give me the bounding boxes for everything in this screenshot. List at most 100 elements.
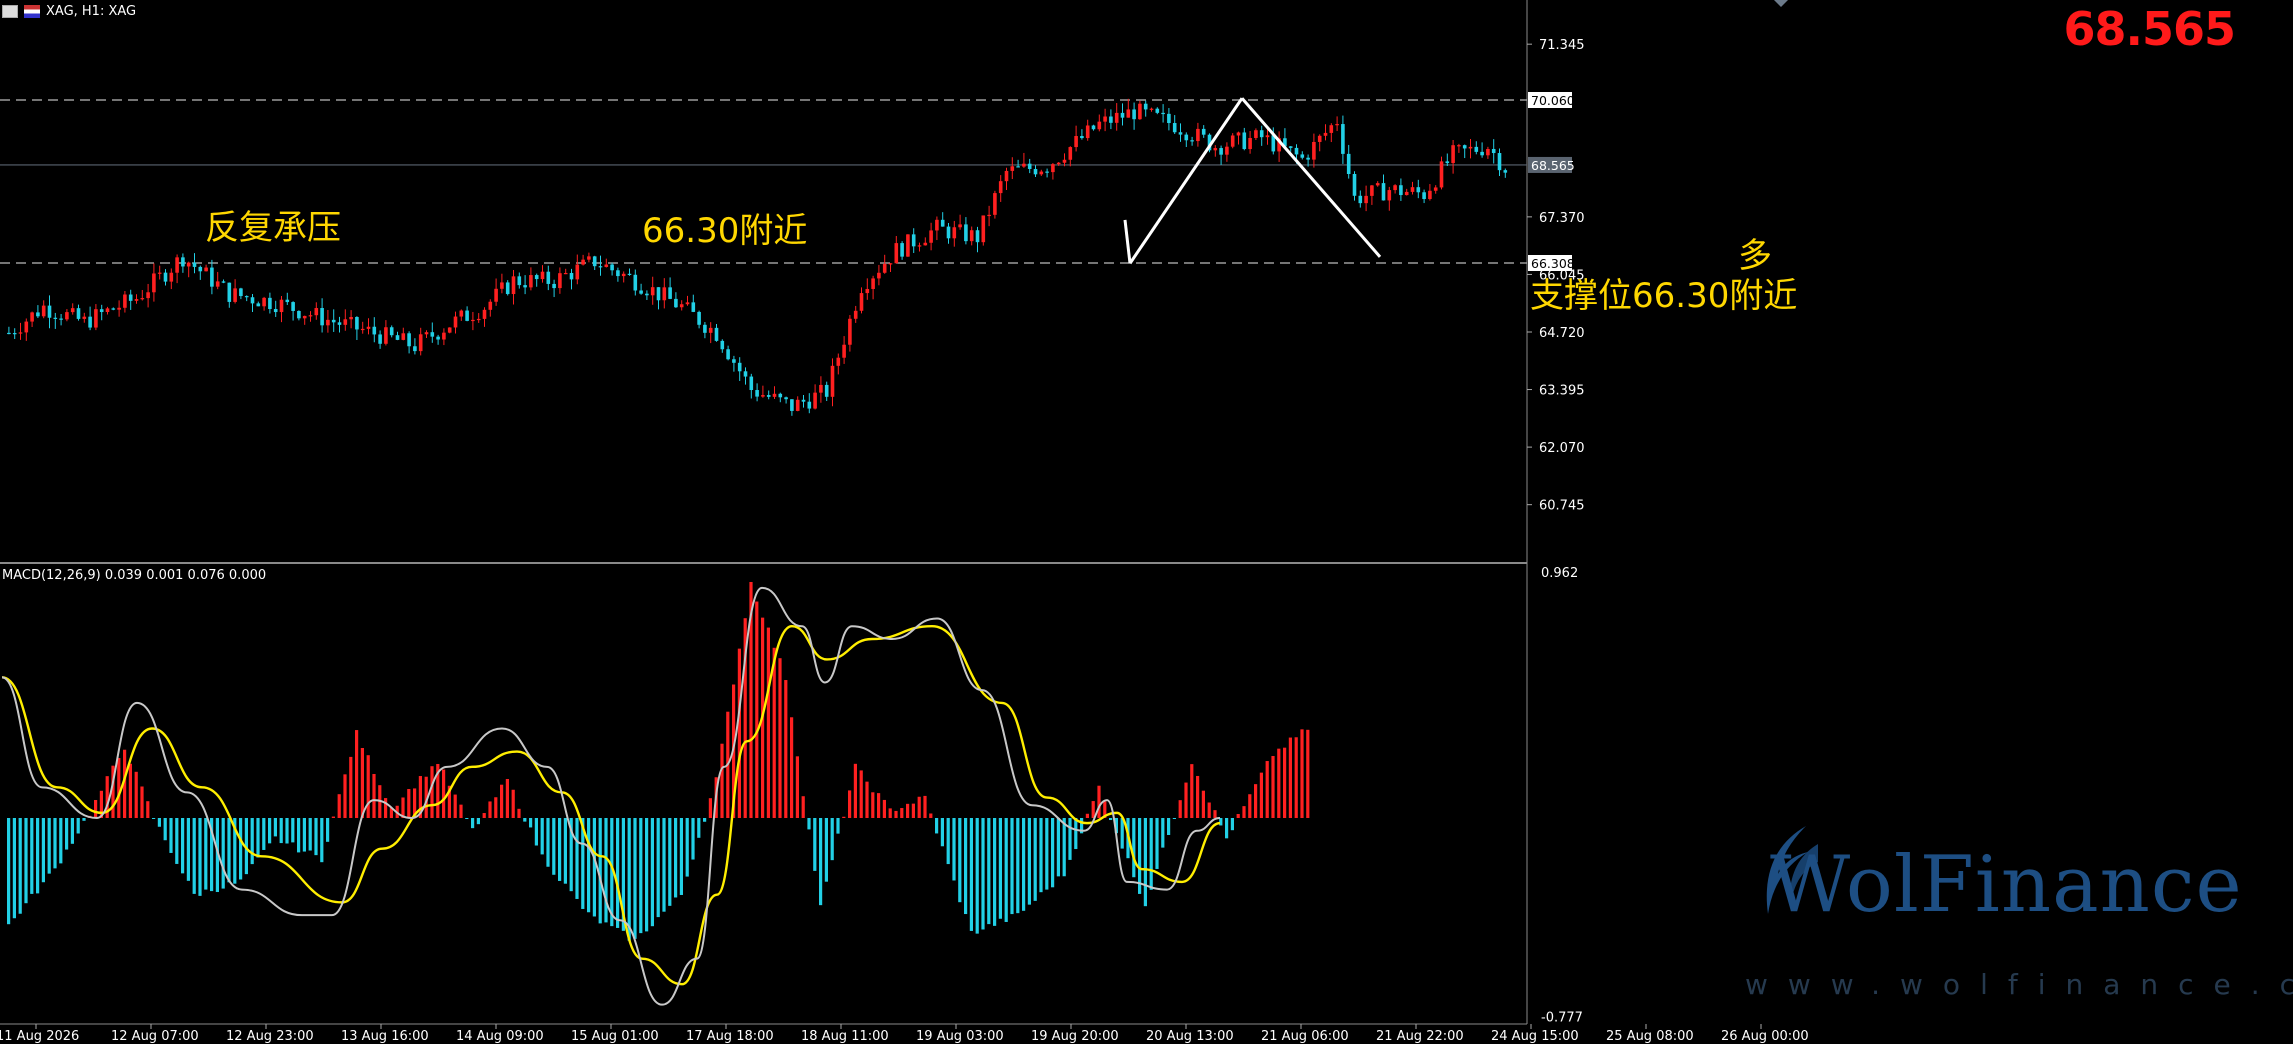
macd-main-line — [1, 586, 1221, 1006]
candle-body — [598, 266, 603, 268]
macd-hist-bar-positive — [505, 779, 509, 818]
candle-body — [53, 317, 58, 319]
candle-body — [714, 327, 719, 341]
macd-hist-bar-positive — [511, 789, 515, 818]
candle-body — [882, 263, 887, 273]
candle-body — [1248, 137, 1252, 150]
macd-hist-bar-negative — [1109, 818, 1113, 821]
candle-body — [1381, 183, 1386, 201]
candle-body — [1016, 166, 1020, 168]
candle-body — [1236, 132, 1241, 136]
macd-hist-bar-negative — [1155, 818, 1159, 869]
macd-hist-bar-negative — [1039, 818, 1043, 893]
candle-body — [1358, 195, 1363, 204]
macd-hist-bar-positive — [1300, 729, 1304, 818]
candle-body — [1312, 141, 1316, 160]
macd-hist-bar-negative — [18, 818, 22, 914]
candle-body — [273, 309, 278, 313]
macd-hist-bar-negative — [975, 818, 979, 934]
candle-body — [993, 193, 997, 215]
candle-body — [1416, 187, 1421, 193]
macd-hist-bar-negative — [691, 818, 695, 860]
candle-body — [778, 393, 783, 398]
candle-body — [1051, 164, 1055, 173]
chart-header: XAG, H1: XAG — [0, 0, 136, 22]
candle-body — [824, 384, 829, 397]
drawn-projection-lines — [1123, 97, 1382, 265]
candle-body — [923, 242, 928, 246]
candle-body — [308, 315, 313, 317]
candle-body — [836, 357, 841, 366]
candle-body — [105, 308, 110, 313]
candle-body — [442, 332, 446, 340]
candle-body — [558, 273, 562, 289]
time-tick-label: 21 Aug 22:00 — [1376, 1029, 1464, 1044]
candle-body — [743, 371, 748, 377]
candle-body — [453, 316, 458, 328]
candle-body — [534, 275, 539, 280]
candle-body — [1317, 135, 1322, 142]
macd-hist-bar-positive — [442, 769, 446, 818]
macd-hist-bar-positive — [737, 648, 741, 818]
macd-hist-bar-positive — [500, 784, 504, 818]
macd-hist-bar-negative — [227, 818, 231, 883]
macd-hist-bar-positive — [337, 794, 341, 818]
candle-body — [1091, 125, 1096, 130]
macd-hist-bar-positive — [923, 795, 927, 818]
candle-body — [662, 287, 667, 301]
watermark-brand: WolFinance — [1770, 840, 2243, 930]
time-tick-label: 24 Aug 15:00 — [1491, 1029, 1579, 1044]
candle-body — [349, 317, 353, 320]
candle-body — [70, 308, 75, 313]
candle-body — [1486, 148, 1490, 156]
macd-hist-bar-negative — [320, 818, 324, 863]
macd-hist-bar-negative — [964, 818, 968, 915]
candle-body — [604, 264, 609, 267]
macd-hist-bar-negative — [813, 818, 817, 871]
macd-hist-bar-negative — [181, 818, 185, 874]
macd-hist-bar-negative — [1230, 818, 1234, 831]
candle-body — [853, 310, 858, 319]
macd-hist-bar-negative — [192, 818, 196, 894]
macd-hist-bar-negative — [1056, 818, 1060, 877]
candle-body — [297, 310, 301, 319]
macd-hist-bar-negative — [250, 818, 254, 865]
candle-body — [633, 274, 638, 291]
candle-body — [1126, 109, 1131, 118]
macd-hist-bar-positive — [355, 730, 359, 818]
candle-body — [18, 332, 23, 334]
candle-body — [163, 272, 168, 282]
candle-body — [1242, 132, 1247, 150]
macd-hist-bar-positive — [853, 763, 857, 818]
macd-hist-bar-negative — [981, 818, 985, 930]
macd-hist-bar-positive — [494, 797, 498, 818]
macd-hist-bar-negative — [302, 818, 306, 852]
macd-hist-bar-negative — [1219, 818, 1223, 826]
candle-body — [488, 301, 493, 310]
macd-hist-bar-negative — [204, 818, 208, 890]
candle-body — [1265, 135, 1270, 138]
macd-hist-bar-negative — [563, 818, 567, 884]
macd-hist-bar-negative — [645, 818, 649, 932]
candle-body — [157, 272, 162, 274]
candle-body — [407, 333, 411, 347]
candle-body — [720, 340, 725, 350]
macd-hist-bar-negative — [262, 818, 266, 850]
candle-body — [981, 215, 986, 243]
macd-hist-bar-positive — [906, 803, 910, 818]
time-tick-label: 19 Aug 03:00 — [916, 1029, 1004, 1044]
macd-hist-bar-negative — [279, 818, 283, 844]
macd-hist-bar-negative — [946, 818, 950, 865]
candle-body — [1387, 190, 1392, 201]
macd-hist-bar-negative — [540, 818, 544, 855]
candle-body — [128, 294, 133, 301]
candle-body — [360, 328, 365, 331]
macd-hist-bar-positive — [117, 758, 121, 818]
macd-hist-bar-positive — [865, 781, 869, 818]
macd-hist-bar-positive — [911, 803, 915, 818]
candle-body — [656, 287, 661, 301]
macd-hist-bar-positive — [871, 792, 875, 818]
window-icon[interactable] — [2, 4, 18, 18]
candle-body — [1143, 103, 1148, 110]
candle-body — [227, 282, 232, 302]
